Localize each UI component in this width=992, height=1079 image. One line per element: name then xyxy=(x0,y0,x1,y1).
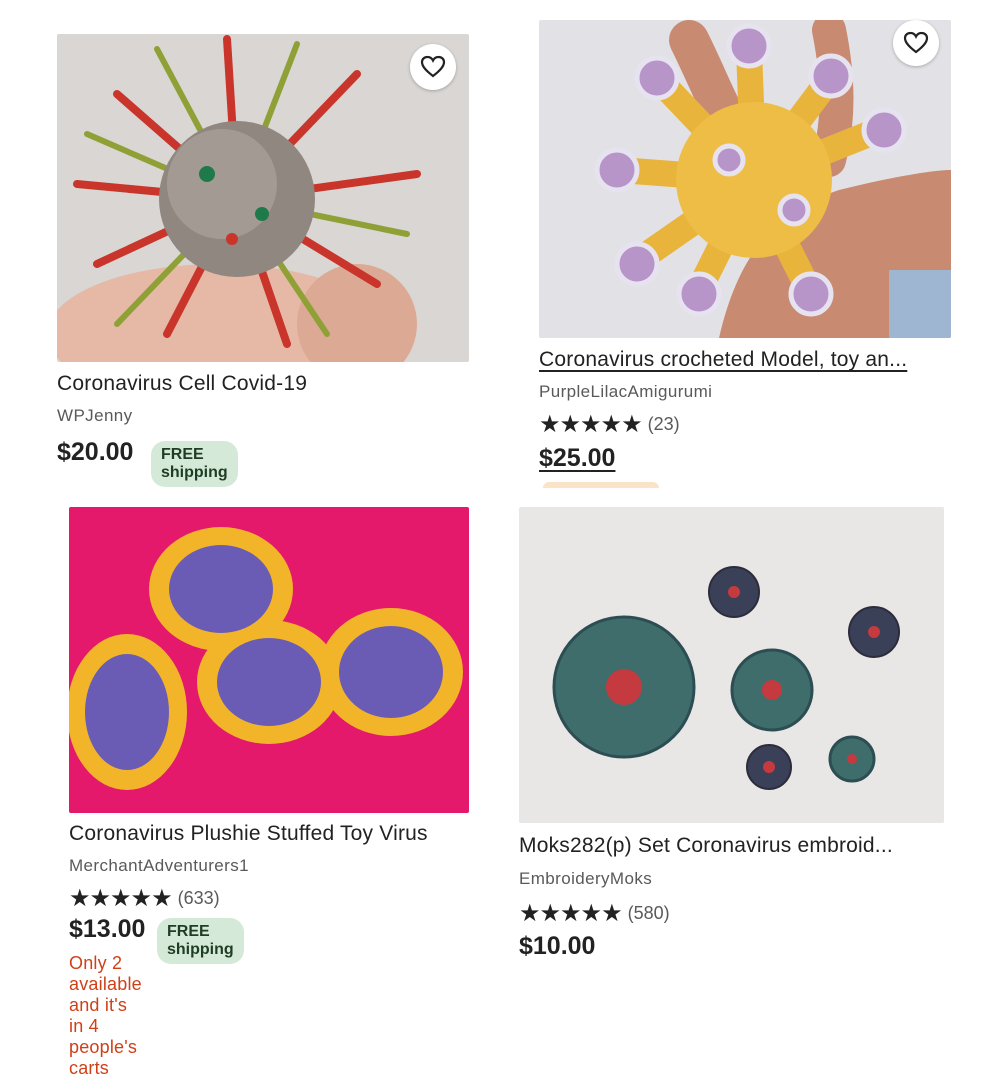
listing-image-2[interactable] xyxy=(539,20,951,338)
listing-price: $10.00 xyxy=(519,932,596,960)
listing-image-3[interactable] xyxy=(69,507,469,813)
heart-icon xyxy=(420,55,446,78)
rating[interactable]: ★★★★★ (580) xyxy=(519,899,670,928)
review-count: (633) xyxy=(177,888,220,908)
embroidered-virus-image xyxy=(519,507,944,823)
free-shipping-badge: FREE shipping xyxy=(157,918,244,964)
scarcity-message: Only 2 available and it's in 4 people's … xyxy=(69,953,142,1078)
star-rating-icon: ★★★★★ xyxy=(69,885,173,912)
listing-title[interactable]: Coronavirus Cell Covid-19 xyxy=(57,372,469,396)
plush-virus-image xyxy=(69,507,469,813)
shop-name[interactable]: EmbroideryMoks xyxy=(519,869,652,889)
listing-title[interactable]: Coronavirus Plushie Stuffed Toy Virus xyxy=(69,822,489,846)
heart-icon xyxy=(903,31,929,54)
listing-title[interactable]: Moks282(p) Set Coronavirus embroid... xyxy=(519,834,944,858)
favorite-button-1[interactable] xyxy=(410,44,456,90)
shop-name[interactable]: WPJenny xyxy=(57,406,133,426)
star-rating-icon: ★★★★★ xyxy=(519,900,623,927)
shop-name[interactable]: MerchantAdventurers1 xyxy=(69,856,249,876)
review-count: (580) xyxy=(627,903,670,923)
star-rating-icon: ★★★★★ xyxy=(539,411,643,438)
listing-image-4[interactable] xyxy=(519,507,944,823)
listing-price: $13.00 xyxy=(69,915,146,943)
rating[interactable]: ★★★★★ (23) xyxy=(539,410,680,439)
listing-price: $20.00 xyxy=(57,438,134,466)
free-shipping-badge: FREE shipping xyxy=(151,441,238,487)
listing-image-1[interactable] xyxy=(57,34,469,362)
beaded-virus-image xyxy=(57,34,469,362)
rating[interactable]: ★★★★★ (633) xyxy=(69,884,220,913)
listing-title[interactable]: Coronavirus crocheted Model, toy an... xyxy=(539,348,951,372)
partial-badge xyxy=(543,482,659,488)
crochet-virus-image xyxy=(539,20,951,338)
review-count: (23) xyxy=(647,414,680,434)
favorite-button-2[interactable] xyxy=(893,20,939,66)
shop-name[interactable]: PurpleLilacAmigurumi xyxy=(539,382,712,402)
listing-price[interactable]: $25.00 xyxy=(539,444,615,473)
